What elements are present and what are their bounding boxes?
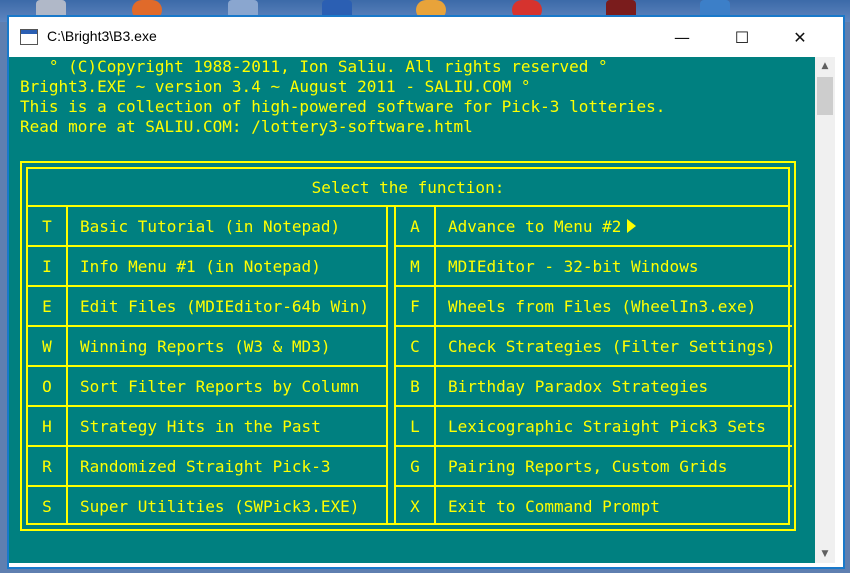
menu-label: Birthday Paradox Strategies [448, 376, 709, 396]
function-menu: Select the function: T Basic Tutorial (i… [20, 161, 796, 531]
menu-item-i[interactable]: I Info Menu #1 (in Notepad) [28, 247, 386, 287]
menu-label: Lexicographic Straight Pick3 Sets [448, 416, 766, 436]
menu-item-h[interactable]: H Strategy Hits in the Past [28, 407, 386, 447]
scroll-down-button[interactable]: ▼ [815, 545, 835, 563]
menu-title: Select the function: [28, 169, 788, 207]
menu-key: B [396, 367, 436, 405]
menu-item-s[interactable]: S Super Utilities (SWPick3.EXE) [28, 487, 386, 527]
minimize-icon: — [674, 27, 690, 47]
menu-item-c[interactable]: C Check Strategies (Filter Settings) [396, 327, 792, 367]
version-line: Bright3.EXE ~ version 3.4 ~ August 2011 … [20, 77, 531, 96]
menu-item-x[interactable]: X Exit to Command Prompt [396, 487, 792, 527]
menu-label: Wheels from Files (WheelIn3.exe) [448, 296, 757, 316]
menu-item-r[interactable]: R Randomized Straight Pick-3 [28, 447, 386, 487]
description-line: This is a collection of high-powered sof… [20, 97, 666, 116]
menu-key: L [396, 407, 436, 445]
menu-key: E [28, 287, 68, 325]
menu-item-w[interactable]: W Winning Reports (W3 & MD3) [28, 327, 386, 367]
function-menu-frame: Select the function: T Basic Tutorial (i… [26, 167, 792, 527]
menu-label: Basic Tutorial (in Notepad) [80, 216, 341, 236]
menu-key: X [396, 487, 436, 525]
menu-item-g[interactable]: G Pairing Reports, Custom Grids [396, 447, 792, 487]
console-app-icon [20, 29, 38, 45]
menu-key: R [28, 447, 68, 485]
menu-label: Sort Filter Reports by Column [80, 376, 360, 396]
menu-key: O [28, 367, 68, 405]
menu-key: H [28, 407, 68, 445]
minimize-button[interactable]: — [659, 17, 705, 57]
menu-item-f[interactable]: F Wheels from Files (WheelIn3.exe) [396, 287, 792, 327]
read-more-line: Read more at SALIU.COM: /lottery3-softwa… [20, 117, 473, 136]
menu-key: G [396, 447, 436, 485]
menu-item-m[interactable]: M MDIEditor - 32-bit Windows [396, 247, 792, 287]
console-area[interactable]: ° (C)Copyright 1988-2011, Ion Saliu. All… [9, 57, 815, 563]
menu-key: T [28, 207, 68, 245]
window-title: C:\Bright3\B3.exe [47, 28, 157, 44]
menu-item-l[interactable]: L Lexicographic Straight Pick3 Sets [396, 407, 792, 447]
maximize-icon: ☐ [734, 27, 750, 47]
maximize-button[interactable]: ☐ [719, 17, 765, 57]
menu-label: Edit Files (MDIEditor-64b Win) [80, 296, 369, 316]
menu-label: Exit to Command Prompt [448, 496, 660, 516]
scroll-up-button[interactable]: ▲ [815, 57, 835, 75]
menu-key: M [396, 247, 436, 285]
menu-label: Advance to Menu #2 [448, 216, 622, 236]
menu-label: Info Menu #1 (in Notepad) [80, 256, 321, 276]
chevron-up-icon: ▲ [821, 61, 829, 71]
scroll-thumb[interactable] [817, 77, 833, 115]
menu-item-a[interactable]: A Advance to Menu #2 [396, 207, 792, 247]
menu-item-b[interactable]: B Birthday Paradox Strategies [396, 367, 792, 407]
menu-key: C [396, 327, 436, 365]
menu-key: W [28, 327, 68, 365]
menu-label: Winning Reports (W3 & MD3) [80, 336, 331, 356]
menu-label: MDIEditor - 32-bit Windows [448, 256, 699, 276]
menu-key: F [396, 287, 436, 325]
menu-label: Randomized Straight Pick-3 [80, 456, 331, 476]
menu-key: S [28, 487, 68, 525]
menu-item-o[interactable]: O Sort Filter Reports by Column [28, 367, 386, 407]
menu-item-t[interactable]: T Basic Tutorial (in Notepad) [28, 207, 386, 247]
column-divider [386, 207, 388, 523]
close-icon: ✕ [793, 27, 807, 47]
menu-label: Check Strategies (Filter Settings) [448, 336, 776, 356]
menu-label: Strategy Hits in the Past [80, 416, 321, 436]
menu-item-e[interactable]: E Edit Files (MDIEditor-64b Win) [28, 287, 386, 327]
menu-label-with-icon: Advance to Menu #2 [448, 207, 637, 245]
triangle-right-icon [627, 219, 637, 233]
menu-key: A [396, 207, 436, 245]
chevron-down-icon: ▼ [821, 549, 829, 559]
vertical-scrollbar[interactable]: ▲ ▼ [815, 57, 835, 563]
close-button[interactable]: ✕ [777, 17, 823, 57]
copyright-line: ° (C)Copyright 1988-2011, Ion Saliu. All… [20, 57, 608, 76]
menu-label: Super Utilities (SWPick3.EXE) [80, 496, 360, 516]
title-bar[interactable]: C:\Bright3\B3.exe — ☐ ✕ [9, 17, 843, 57]
console-window: C:\Bright3\B3.exe — ☐ ✕ ° (C)Copyright 1… [8, 16, 844, 568]
menu-label: Pairing Reports, Custom Grids [448, 456, 728, 476]
menu-title-text: Select the function: [311, 177, 505, 197]
menu-key: I [28, 247, 68, 285]
